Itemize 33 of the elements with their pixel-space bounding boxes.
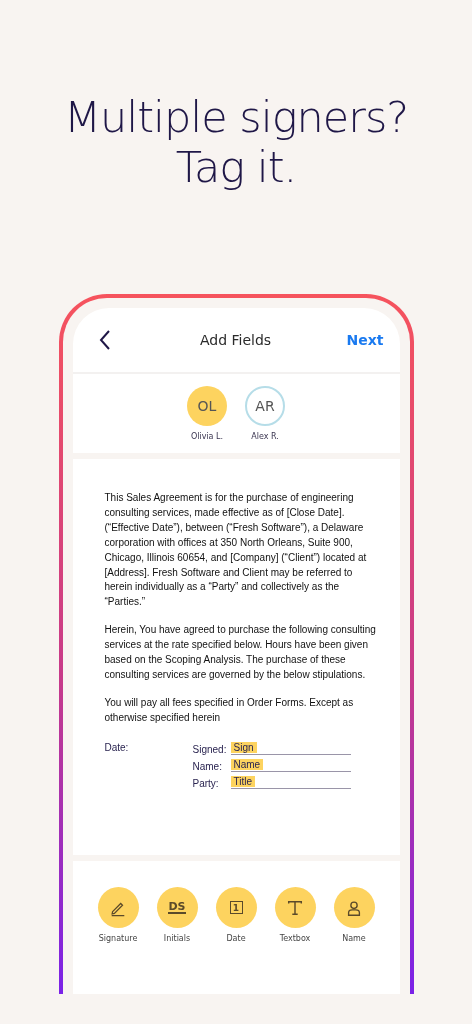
signer-avatar[interactable]: AR [245,386,285,426]
letter-t-icon [286,898,304,917]
field-label: Party: [192,777,220,789]
next-link[interactable]: Next [346,332,384,348]
field-tool-button[interactable] [97,887,139,928]
document-paragraph: This Sales Agreement is for the purchase of engineering consulting services, made effective as of [Close Date]. (“Effective Date”), between (“Fresh Software”), a Delaware corporation with offices at 350 North Orleans, Suite 900, Chicago, Illinois 60654, and [Company] (“Client”) located at [Address]. Fresh Software and Client may be referred to herein individually as a “Party” and collectively as the “Parties.” [104,491,368,610]
fill-in-line[interactable]: Sign [230,741,351,755]
field-tag[interactable]: Sign [230,741,257,753]
field-label: Name: [192,760,223,772]
tool-label: Initials [163,934,191,943]
date-label: Date: [104,741,130,755]
fill-in-line[interactable]: Title [230,775,351,789]
back-chevron-icon[interactable] [98,330,111,350]
field-tool-button[interactable]: 1 [215,887,257,928]
signer-avatar[interactable]: OL [187,386,227,426]
headline: Multiple signers? Tag it. [63,92,409,192]
calendar-icon: 1 [229,901,243,914]
tool-label: Name [342,934,366,943]
tool-label: Date [226,934,246,943]
field-tag[interactable]: Name [230,758,264,770]
document-paragraph: Herein, You have agreed to purchase the following consulting services at the rate specified below. Hours have been given based on the Scoping Analysis. The purchase of these consulting services are governed by the below stipulations. [104,623,377,682]
screen-title: Add Fields [199,332,272,348]
field-label: Signed: [192,743,228,755]
fill-in-line[interactable]: Name [230,758,351,772]
document-paragraph: You will pay all fees specified in Order Forms. Except as otherwise specified herein [104,695,355,725]
field-tool-button[interactable]: DS [156,887,198,928]
signer-name: Alex R. [251,432,279,441]
field-tool-button[interactable] [333,887,375,928]
signer-name: Olivia L. [190,432,224,441]
tool-label: Signature [98,934,138,943]
field-tool-button[interactable] [274,887,316,928]
field-tag[interactable]: Title [230,775,256,787]
tool-label: Textbox [279,934,311,943]
